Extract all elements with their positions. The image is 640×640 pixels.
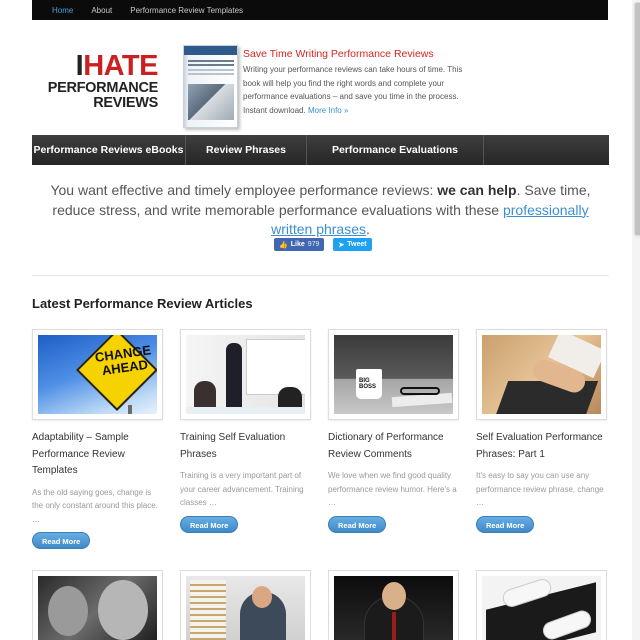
paper-document xyxy=(391,392,453,408)
article-card: CHANGE AHEAD Adaptability – Sample Perfo… xyxy=(32,329,164,549)
read-more-button[interactable]: Read More xyxy=(32,532,91,549)
logo-reviews-text: REVIEWS xyxy=(93,94,158,111)
laptop-work-image xyxy=(482,335,601,414)
read-more-button[interactable]: Read More xyxy=(328,515,387,533)
like-count: 979 xyxy=(307,241,320,248)
intro-text: You want effective and timely employee p… xyxy=(32,181,609,240)
thumbs-up-icon: 👍 xyxy=(279,241,288,249)
article-title[interactable]: Dictionary of Performance Review Comment… xyxy=(328,430,460,463)
article-excerpt: Training is a very important part of you… xyxy=(180,471,304,507)
logo-performance-text: PERFORMANCE xyxy=(47,80,159,96)
read-more-button[interactable]: Read More xyxy=(476,515,535,533)
article-card: Self Evaluation Performance Phrases: Par… xyxy=(476,329,608,533)
coffee-mug: BIG BOSS xyxy=(356,369,382,399)
logo-hate-text: HATE xyxy=(83,50,158,82)
article-excerpt: As the old saying goes, change is the on… xyxy=(32,487,158,524)
topnav-about-link[interactable]: About xyxy=(91,6,112,15)
main-navigation: Performance Reviews eBooks Review Phrase… xyxy=(32,135,609,165)
ebook-cover-image[interactable] xyxy=(183,45,238,128)
whiteboard xyxy=(246,339,305,395)
keyboard-hands-image xyxy=(482,576,601,640)
promo-more-info-link[interactable]: More Info » xyxy=(308,106,348,115)
section-divider xyxy=(32,275,609,276)
training-meeting-image xyxy=(186,335,305,414)
intro-part-3: . xyxy=(366,221,370,237)
read-more-button[interactable]: Read More xyxy=(180,515,239,533)
top-navigation-bar: Home About Performance Review Templates xyxy=(32,0,608,20)
article-title[interactable]: Self Evaluation Performance Phrases: Par… xyxy=(476,430,608,463)
face-shape xyxy=(48,586,88,636)
vintage-photo-image xyxy=(38,576,157,640)
topnav-home-link[interactable]: Home xyxy=(52,6,73,15)
meeting-table xyxy=(186,407,305,414)
article-thumbnail[interactable] xyxy=(476,329,607,420)
speaker-portrait-image xyxy=(334,576,453,640)
article-card: BIG BOSS Dictionary of Performance Revie… xyxy=(328,329,460,533)
paper-stack xyxy=(190,580,226,640)
article-thumbnail[interactable]: BIG BOSS xyxy=(328,329,459,420)
article-thumbnail[interactable] xyxy=(180,570,311,640)
article-excerpt: We love when we find good quality perfor… xyxy=(328,471,457,507)
man-head xyxy=(252,586,272,608)
book-cover-photo xyxy=(188,84,234,120)
sign-post xyxy=(128,405,132,414)
article-thumbnail[interactable]: CHANGE AHEAD xyxy=(32,329,163,420)
paperwork-stack-image xyxy=(186,576,305,640)
article-card: Training Self Evaluation Phrases Trainin… xyxy=(180,329,312,533)
ebook-promo: Save Time Writing Performance Reviews Wr… xyxy=(243,48,469,117)
article-thumbnail[interactable] xyxy=(180,329,311,420)
intro-bold: we can help xyxy=(437,182,517,198)
man-head xyxy=(382,582,406,610)
nav-item-ebooks[interactable]: Performance Reviews eBooks xyxy=(32,135,186,165)
mug-text: BIG BOSS xyxy=(359,378,377,390)
topnav-templates-link[interactable]: Performance Review Templates xyxy=(130,6,243,15)
presenter-figure xyxy=(226,343,242,411)
book-cover-title-lines xyxy=(188,60,234,62)
article-thumbnail[interactable] xyxy=(476,570,607,640)
site-logo[interactable]: IHATE PERFORMANCE REVIEWS xyxy=(32,50,159,111)
scrollbar-thumb[interactable] xyxy=(634,2,640,236)
necktie xyxy=(392,612,396,640)
latest-articles-heading: Latest Performance Review Articles xyxy=(32,296,253,311)
eyeglasses xyxy=(400,387,440,395)
intro-part-1: You want effective and timely employee p… xyxy=(50,182,438,198)
facebook-like-button[interactable]: 👍 Like 979 xyxy=(274,238,325,251)
like-label: Like xyxy=(290,241,305,248)
page-scrollbar[interactable] xyxy=(632,0,640,640)
tweet-button[interactable]: ➤ Tweet xyxy=(333,238,372,251)
promo-body: Writing your performance reviews can tak… xyxy=(243,63,469,117)
article-excerpt: It's easy to say you can use any perform… xyxy=(476,471,604,507)
change-ahead-sign-image: CHANGE AHEAD xyxy=(38,335,157,414)
twitter-bird-icon: ➤ xyxy=(338,241,345,249)
article-thumbnail[interactable] xyxy=(328,570,459,640)
nav-item-performance-evaluations[interactable]: Performance Evaluations xyxy=(307,135,484,165)
article-title[interactable]: Training Self Evaluation Phrases xyxy=(180,430,312,463)
book-cover-band xyxy=(184,46,237,55)
social-buttons: 👍 Like 979 ➤ Tweet xyxy=(274,238,372,251)
big-boss-mug-image: BIG BOSS xyxy=(334,335,453,414)
tweet-label: Tweet xyxy=(347,241,367,248)
article-title[interactable]: Adaptability – Sample Performance Review… xyxy=(32,430,164,480)
promo-body-text: Writing your performance reviews can tak… xyxy=(243,65,463,115)
nav-item-review-phrases[interactable]: Review Phrases xyxy=(186,135,307,165)
promo-title[interactable]: Save Time Writing Performance Reviews xyxy=(243,48,469,60)
face-shape xyxy=(98,580,148,640)
article-thumbnail[interactable] xyxy=(32,570,163,640)
